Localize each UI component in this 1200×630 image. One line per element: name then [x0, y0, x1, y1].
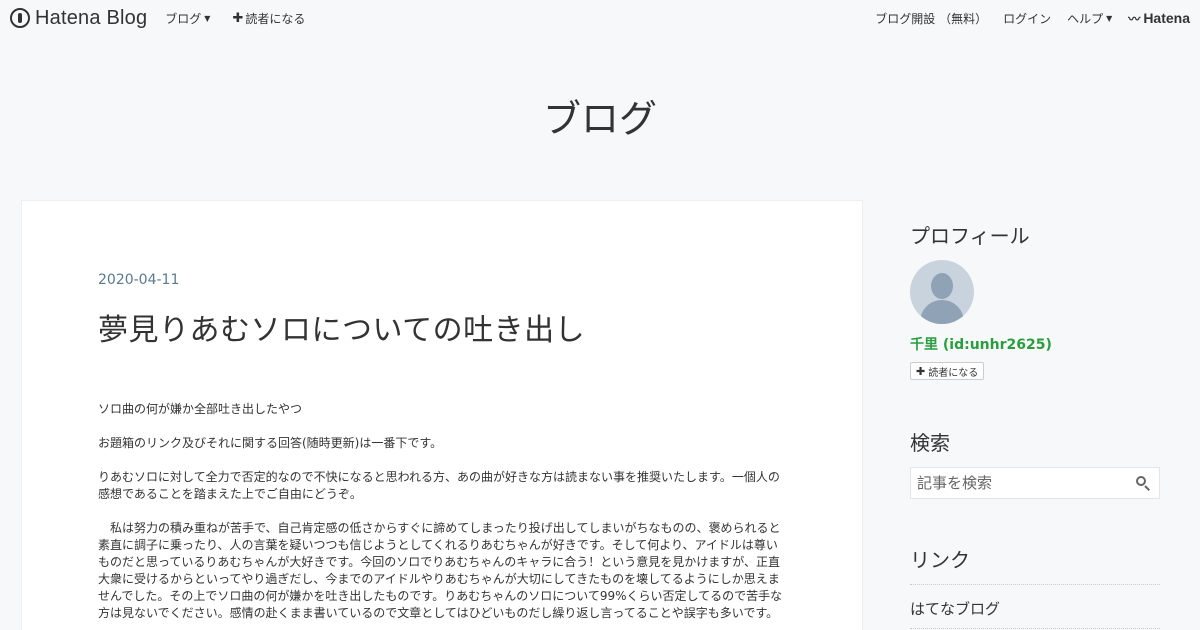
divider: [910, 584, 1160, 585]
entry-title[interactable]: 夢見りあむソロについての吐き出し: [98, 305, 585, 349]
caret-down-icon: ▼: [204, 13, 211, 23]
entry-body: ソロ曲の何が嫌か全部吐き出したやつ お題箱のリンク及びそれに関する回答(随時更新…: [98, 401, 788, 630]
plus-icon: ✚: [916, 364, 926, 378]
blog-menu-label: ブログ: [165, 11, 202, 26]
global-header: Hatena Blog ブログ ▼ ✚ 読者になる ブログ開設 （無料） ログイ…: [0, 0, 1200, 36]
search-input[interactable]: [911, 474, 1129, 492]
blog-menu[interactable]: ブログ ▼: [165, 10, 210, 27]
hatena-blog-logo[interactable]: Hatena Blog: [10, 7, 147, 30]
avatar[interactable]: [910, 260, 974, 324]
open-blog-link[interactable]: ブログ開設 （無料）: [875, 10, 987, 27]
links-heading: リンク: [910, 548, 970, 572]
entry-paragraph: 私は努力の積み重ねが苦手で、自己肯定感の低さからすぐに諦めてしまったり投げ出して…: [98, 521, 783, 620]
default-avatar-icon: [931, 273, 953, 299]
entry-paragraph: りあむソロに対して全力で否定的なので不快になると思われる方、あの曲が好きな方は読…: [98, 470, 780, 501]
caret-down-icon: ▼: [1106, 13, 1113, 23]
help-menu[interactable]: ヘルプ ▼: [1067, 10, 1112, 27]
help-menu-label: ヘルプ: [1067, 11, 1104, 26]
header-left: Hatena Blog ブログ ▼ ✚ 読者になる: [10, 7, 327, 30]
follow-button[interactable]: ✚ 読者になる: [910, 362, 985, 380]
profile-heading: プロフィール: [910, 224, 1030, 248]
entry-article: 2020-04-11 夢見りあむソロについての吐き出し ソロ曲の何が嫌か全部吐き…: [21, 200, 863, 630]
search-icon[interactable]: [1129, 468, 1159, 498]
divider: [910, 628, 1160, 629]
hatena-brand-label: Hatena: [1143, 10, 1190, 26]
search-heading: 検索: [910, 431, 950, 455]
follow-button-label: 読者になる: [928, 367, 979, 379]
search-box: [910, 467, 1160, 499]
plus-icon: ✚: [232, 10, 244, 26]
header-subscribe-button[interactable]: ✚ 読者になる: [232, 10, 305, 27]
hatena-brand-link[interactable]: 〰 Hatena: [1128, 10, 1190, 27]
entry-paragraph: お題箱のリンク及びそれに関する回答(随時更新)は一番下です。: [98, 436, 443, 450]
hatena-blog-logo-icon: [10, 8, 30, 28]
hatena-bird-icon: 〰: [1128, 11, 1141, 26]
link-item-hatena-blog[interactable]: はてなブログ: [910, 598, 1000, 619]
blog-title[interactable]: ブログ: [0, 88, 1200, 143]
header-right: ブログ開設 （無料） ログイン ヘルプ ▼ 〰 Hatena: [859, 10, 1190, 27]
header-subscribe-label: 読者になる: [245, 11, 306, 26]
profile-name-link[interactable]: 千里 (id:unhr2625): [910, 334, 1052, 354]
logo-text: Hatena Blog: [35, 6, 148, 29]
login-link[interactable]: ログイン: [1003, 10, 1051, 27]
entry-paragraph: ソロ曲の何が嫌か全部吐き出したやつ: [98, 402, 303, 416]
entry-date[interactable]: 2020-04-11: [98, 272, 179, 288]
